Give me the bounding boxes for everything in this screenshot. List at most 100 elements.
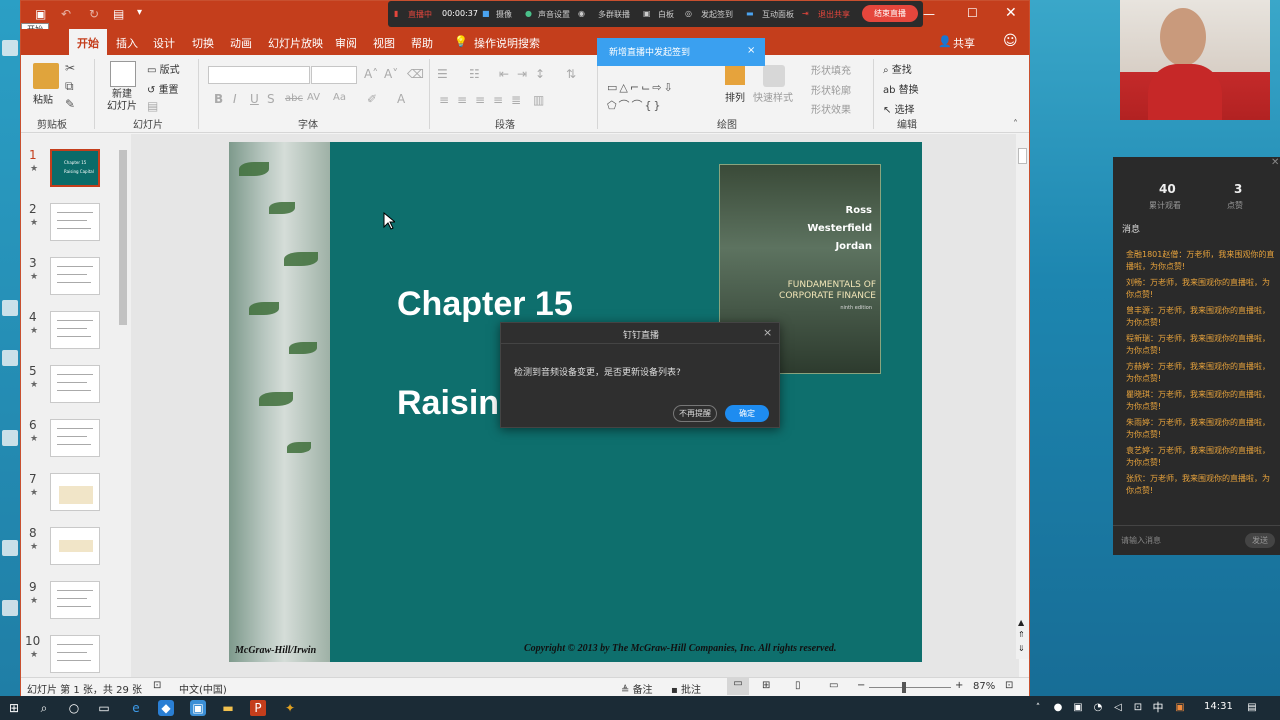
windows-start-icon[interactable]: ⊞: [6, 700, 22, 716]
group-broadcast-button[interactable]: 多群联播: [598, 9, 630, 20]
slide-title[interactable]: Chapter 15: [397, 285, 573, 324]
desktop-icon[interactable]: [2, 40, 18, 56]
shadow-icon[interactable]: S: [267, 92, 275, 106]
bold-icon[interactable]: B: [214, 92, 223, 106]
minimize-button[interactable]: —: [923, 7, 935, 21]
scroll-up-icon[interactable]: ▲: [1018, 618, 1024, 627]
chat-close-icon[interactable]: ✕: [1271, 157, 1279, 168]
shape-outline-button[interactable]: 形状轮廓: [811, 82, 851, 97]
prev-slide-icon[interactable]: ⇑: [1018, 630, 1025, 639]
zoom-out-button[interactable]: −: [857, 680, 865, 691]
tab-help[interactable]: 帮助: [411, 35, 433, 51]
zoom-slider-thumb[interactable]: [902, 682, 906, 693]
slideshow-icon[interactable]: ▤: [113, 7, 124, 21]
notes-button[interactable]: ≜ 备注: [621, 681, 653, 696]
fit-slide-icon[interactable]: ⊡: [1005, 680, 1013, 691]
slide-sorter-icon[interactable]: ⊞: [762, 680, 770, 691]
paste-icon[interactable]: [33, 63, 59, 89]
format-painter-icon[interactable]: ✎: [65, 97, 75, 111]
desktop-icon[interactable]: [2, 600, 18, 616]
maximize-button[interactable]: ☐: [967, 6, 978, 20]
redo-icon[interactable]: ↻: [89, 7, 99, 21]
accessibility-icon[interactable]: ⊡: [153, 680, 161, 691]
italic-icon[interactable]: I: [233, 92, 237, 106]
normal-view-icon[interactable]: ▭: [727, 678, 749, 695]
arrange-icon[interactable]: [725, 65, 745, 85]
slide-thumbnail[interactable]: [50, 203, 100, 241]
task-view-icon[interactable]: ▭: [96, 700, 112, 716]
tray-icon[interactable]: ▣: [1070, 700, 1086, 716]
search-icon[interactable]: ⌕: [36, 700, 52, 716]
replace-button[interactable]: ab 替换: [883, 81, 919, 96]
language-indicator[interactable]: 中文(中国): [179, 681, 227, 696]
close-button[interactable]: ✕: [1005, 5, 1017, 21]
exit-share-icon[interactable]: ⇥: [802, 9, 809, 18]
group-broadcast-icon[interactable]: ◉: [578, 9, 585, 18]
notifications-icon[interactable]: ▤: [1244, 700, 1260, 716]
cut-icon[interactable]: ✂: [65, 61, 75, 75]
camera-icon[interactable]: ■: [482, 9, 490, 18]
share-button[interactable]: 共享: [953, 35, 975, 51]
tab-view[interactable]: 视图: [373, 35, 395, 51]
app-icon[interactable]: ▣: [190, 700, 206, 716]
spacing-icon[interactable]: AV: [307, 92, 320, 103]
camera-button[interactable]: 摄像: [496, 9, 512, 20]
interaction-icon[interactable]: ▬: [746, 9, 754, 18]
edge-icon[interactable]: e: [128, 700, 144, 716]
chat-send-button[interactable]: 发送: [1245, 533, 1275, 548]
decrease-font-icon[interactable]: A˅: [384, 67, 398, 81]
desktop-icon[interactable]: [2, 430, 18, 446]
numbering-icon[interactable]: ☷: [469, 67, 480, 81]
whiteboard-icon[interactable]: ▣: [643, 9, 651, 18]
slideshow-view-icon[interactable]: ▭: [829, 680, 838, 691]
distribute-icon[interactable]: ≣: [511, 93, 521, 107]
undo-icon[interactable]: ↶: [61, 7, 71, 21]
indent-icon[interactable]: ⇥: [517, 67, 527, 81]
new-slide-button[interactable]: 新建 幻灯片: [105, 89, 139, 113]
dont-remind-button[interactable]: 不再提醒: [673, 405, 717, 422]
clear-format-icon[interactable]: ⌫: [407, 67, 424, 81]
align-center-icon[interactable]: ≡: [457, 93, 467, 107]
tab-design[interactable]: 设计: [153, 35, 175, 51]
slide-thumbnail[interactable]: [50, 311, 100, 349]
outdent-icon[interactable]: ⇤: [499, 67, 509, 81]
app-icon-2[interactable]: ✦: [282, 700, 298, 716]
slide-thumbnail[interactable]: [50, 581, 100, 619]
arrange-button[interactable]: 排列: [725, 89, 745, 104]
collapse-ribbon-icon[interactable]: ˄: [1013, 119, 1018, 130]
checkin-icon[interactable]: ◎: [685, 9, 692, 18]
whiteboard-button[interactable]: 白板: [658, 9, 674, 20]
tab-home[interactable]: 开始: [69, 29, 107, 55]
justify-icon[interactable]: ≡: [493, 93, 503, 107]
mic-icon[interactable]: ●: [525, 9, 532, 18]
strikethrough-icon[interactable]: abc: [285, 93, 303, 104]
font-size-select[interactable]: [311, 66, 357, 84]
powerpoint-icon[interactable]: P: [250, 700, 266, 716]
new-slide-icon[interactable]: [110, 61, 136, 87]
quick-styles-button[interactable]: 快速样式: [753, 89, 793, 104]
slide-thumbnail[interactable]: [50, 635, 100, 673]
highlight-icon[interactable]: ✐: [367, 92, 377, 106]
tell-me-search[interactable]: 操作说明搜索: [474, 35, 540, 51]
font-color-icon[interactable]: A: [397, 92, 405, 106]
tab-review[interactable]: 审阅: [335, 35, 357, 51]
find-button[interactable]: ⌕ 查找: [883, 61, 912, 76]
section-icon[interactable]: ▤: [147, 99, 158, 113]
line-spacing-icon[interactable]: ↕: [535, 67, 545, 81]
tab-slideshow[interactable]: 幻灯片放映: [268, 35, 323, 51]
ime-indicator[interactable]: 中: [1150, 700, 1166, 716]
layout-button[interactable]: ▭ 版式: [147, 61, 180, 76]
customize-qat-icon[interactable]: ▾: [137, 7, 142, 18]
shape-effects-button[interactable]: 形状效果: [811, 101, 851, 116]
slide-thumbnail[interactable]: [50, 527, 100, 565]
zoom-in-button[interactable]: +: [955, 680, 963, 691]
reset-button[interactable]: ↺ 重置: [147, 81, 179, 96]
slide-thumbnail[interactable]: [50, 473, 100, 511]
text-direction-icon[interactable]: ⇅: [566, 67, 576, 81]
network-icon[interactable]: ◔: [1090, 700, 1106, 716]
save-icon[interactable]: ▣: [35, 7, 46, 21]
checkin-button[interactable]: 发起签到: [701, 9, 733, 20]
thumbnail-scrollbar[interactable]: [118, 138, 128, 670]
select-button[interactable]: ↖ 选择: [883, 101, 915, 116]
bullets-icon[interactable]: ☰: [437, 67, 448, 81]
